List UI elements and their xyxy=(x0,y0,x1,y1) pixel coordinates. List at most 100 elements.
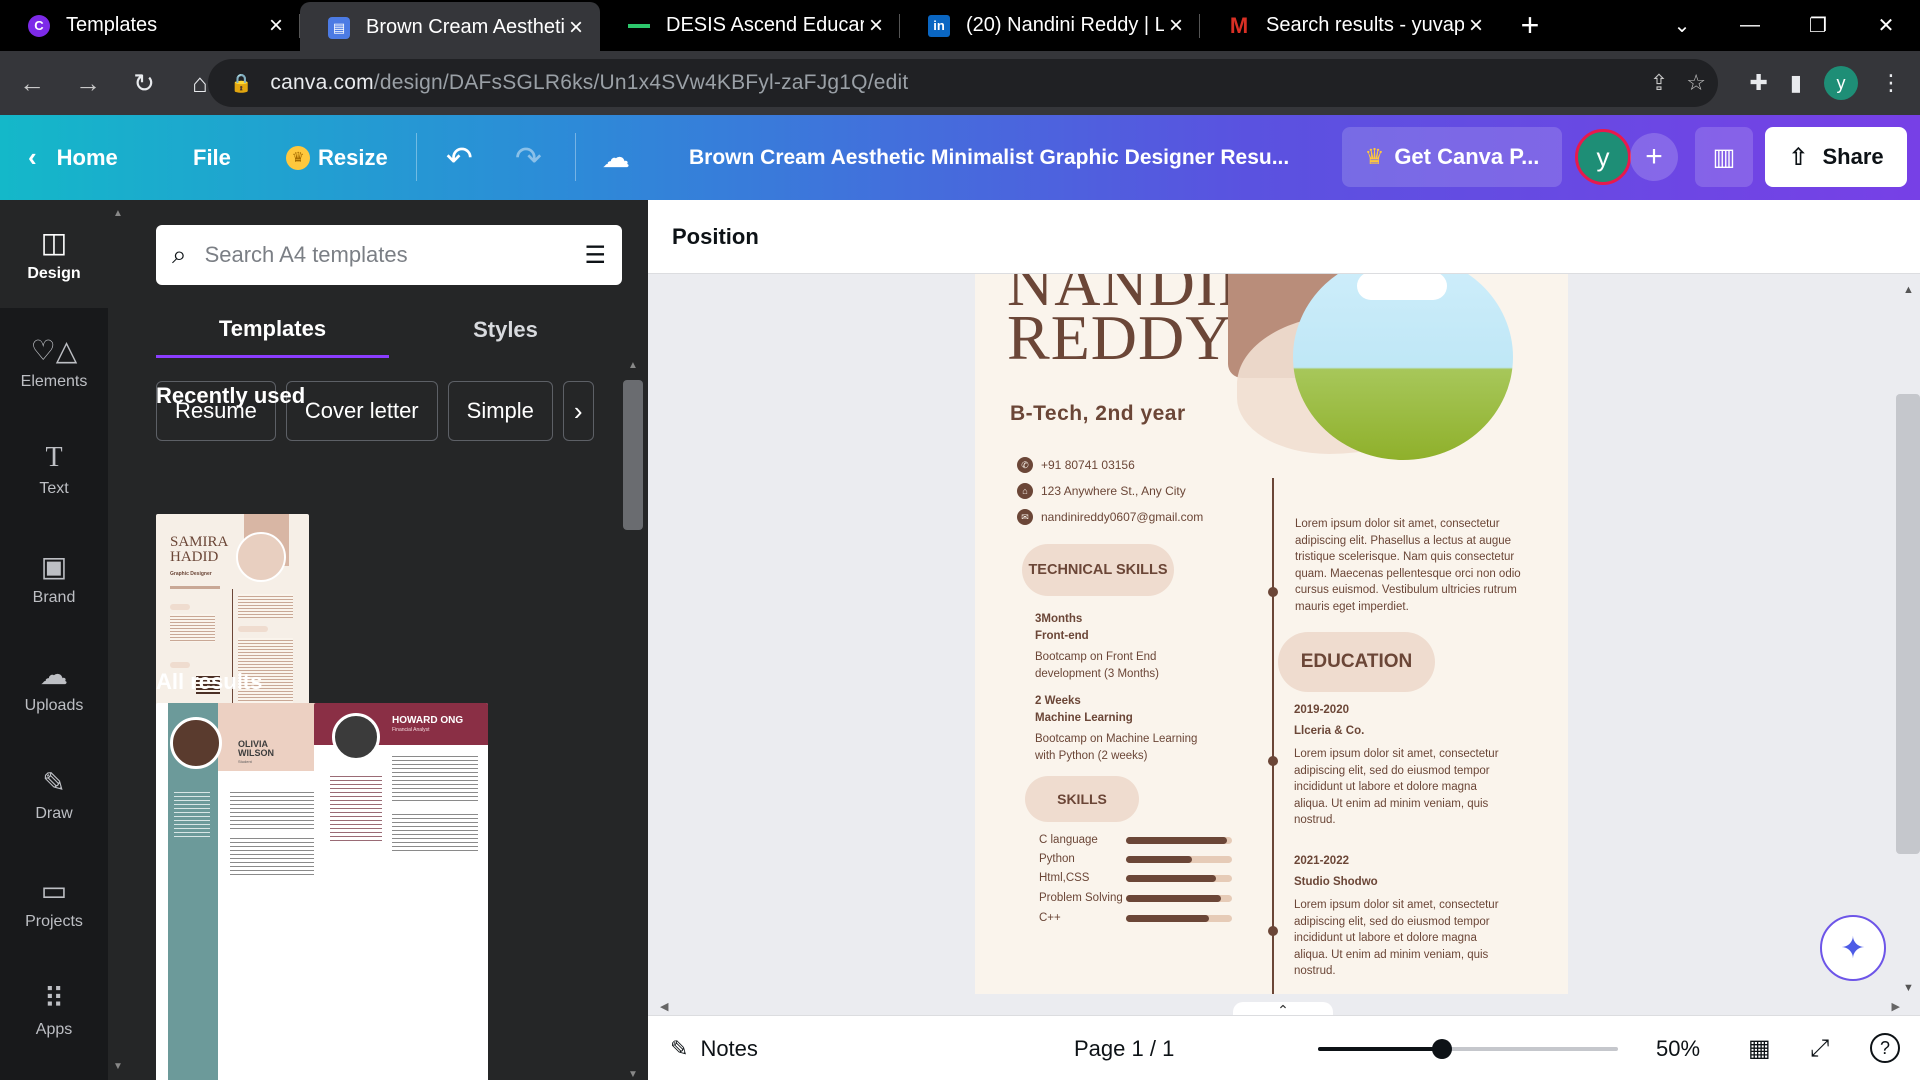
contact-email[interactable]: ✉ nandinireddy0607@gmail.com xyxy=(1017,509,1203,525)
get-canva-pro-button[interactable]: ♛ Get Canva P... xyxy=(1342,127,1562,187)
editor-scrollbar-thumb[interactable] xyxy=(1896,394,1920,854)
scroll-right-icon[interactable]: ▶ xyxy=(1892,1000,1900,1013)
browser-profile-avatar[interactable]: y xyxy=(1824,66,1858,100)
close-icon[interactable]: × xyxy=(264,12,288,40)
training-description[interactable]: Bootcamp on Machine Learning with Python… xyxy=(1035,731,1205,764)
file-menu-button[interactable]: File xyxy=(193,115,231,200)
rail-item-elements[interactable]: ♡△ Elements xyxy=(0,308,108,416)
skills-heading[interactable]: SKILLS xyxy=(1025,776,1139,822)
help-icon[interactable]: ? xyxy=(1870,1033,1900,1063)
recent-template-thumbnail[interactable]: SAMIRA HADID Graphic Designer xyxy=(156,514,309,729)
resume-page[interactable]: NANDINI REDDY B-Tech, 2nd year ✆ +91 807… xyxy=(975,274,1568,994)
skill-row[interactable]: Problem Solving xyxy=(1039,892,1232,904)
scroll-up-icon[interactable]: ▲ xyxy=(113,208,123,219)
chevron-right-icon[interactable]: › xyxy=(562,381,594,441)
browser-menu-icon[interactable]: ⋮ xyxy=(1880,70,1902,96)
canva-assistant-sparkle-icon[interactable]: ✦ xyxy=(1820,915,1886,981)
grid-view-icon[interactable]: ▦ xyxy=(1748,1016,1771,1081)
forward-icon[interactable]: → xyxy=(64,59,112,107)
rail-item-text[interactable]: T Text xyxy=(0,416,108,524)
skill-row[interactable]: Html,CSS xyxy=(1039,872,1232,884)
cloud-saved-icon[interactable]: ☁ xyxy=(602,115,630,200)
side-panel-icon[interactable]: ▮ xyxy=(1790,70,1802,96)
extensions-icon[interactable]: ✚ xyxy=(1749,70,1767,96)
training-duration[interactable]: 3Months xyxy=(1035,611,1082,628)
scroll-down-icon[interactable]: ▼ xyxy=(113,1061,123,1072)
browser-tab-linkedin[interactable]: in (20) Nandini Reddy | LinkedIn × xyxy=(900,0,1200,51)
education-place[interactable]: Llceria & Co. xyxy=(1294,723,1364,740)
insights-chart-icon[interactable]: ▥ xyxy=(1695,127,1753,187)
about-paragraph[interactable]: Lorem ipsum dolor sit amet, consectetur … xyxy=(1295,516,1530,615)
contact-phone[interactable]: ✆ +91 80741 03156 xyxy=(1017,457,1135,473)
template-search-box[interactable]: ⌕ ☰ xyxy=(156,225,622,285)
technical-skills-heading[interactable]: TECHNICAL SKILLS xyxy=(1022,544,1174,596)
redo-icon[interactable]: ↷ xyxy=(515,115,542,200)
zoom-slider-knob[interactable] xyxy=(1432,1039,1452,1059)
close-icon[interactable]: × xyxy=(1164,12,1188,40)
education-heading[interactable]: EDUCATION xyxy=(1278,632,1435,692)
browser-tab-desis[interactable]: DESIS Ascend Educare 2023 × xyxy=(600,0,900,51)
filter-sliders-icon[interactable]: ☰ xyxy=(584,241,606,270)
bookmark-star-icon[interactable]: ☆ xyxy=(1686,70,1706,96)
home-button[interactable]: ‹ Home xyxy=(28,115,118,200)
education-years[interactable]: 2019-2020 xyxy=(1294,702,1349,719)
education-place[interactable]: Studio Shodwo xyxy=(1294,874,1378,891)
scroll-up-icon[interactable]: ▲ xyxy=(628,360,638,371)
rail-item-projects[interactable]: ▭ Projects xyxy=(0,848,108,956)
fullscreen-icon[interactable]: ⤢ xyxy=(1810,1016,1829,1081)
close-window-icon[interactable]: ✕ xyxy=(1852,0,1920,51)
notes-button[interactable]: ✎ Notes xyxy=(670,1016,758,1081)
chip-simple[interactable]: Simple xyxy=(447,381,553,441)
template-search-input[interactable] xyxy=(204,242,585,268)
education-years[interactable]: 2021-2022 xyxy=(1294,853,1349,870)
rail-scrollbar[interactable]: ▲ ▼ xyxy=(108,200,128,1080)
back-icon[interactable]: ← xyxy=(8,59,56,107)
share-button[interactable]: ⇧ Share xyxy=(1765,127,1907,187)
skill-row[interactable]: C++ xyxy=(1039,912,1232,924)
rail-item-brand[interactable]: ▣ Brand xyxy=(0,524,108,632)
new-tab-button[interactable]: + xyxy=(1500,0,1560,51)
resume-role[interactable]: B-Tech, 2nd year xyxy=(1010,402,1186,426)
browser-tab-resume[interactable]: ▤ Brown Cream Aesthetic Minimalist Graph… xyxy=(300,2,600,53)
education-description[interactable]: Lorem ipsum dolor sit amet, consectetur … xyxy=(1294,897,1509,980)
zoom-slider[interactable] xyxy=(1318,1039,1618,1059)
scroll-left-icon[interactable]: ◀ xyxy=(660,1000,668,1013)
skill-row[interactable]: Python xyxy=(1039,853,1232,865)
result-template-thumbnail[interactable]: HOWARD ONG Financial Analyst xyxy=(314,703,488,1080)
resize-button[interactable]: ♛ Resize xyxy=(286,115,388,200)
invite-plus-button[interactable]: + xyxy=(1630,133,1678,181)
share-page-icon[interactable]: ⇪ xyxy=(1650,70,1668,96)
user-avatar[interactable]: y xyxy=(1575,129,1631,185)
scroll-down-icon[interactable]: ▼ xyxy=(628,1069,638,1080)
scroll-up-icon[interactable]: ▲ xyxy=(1903,284,1914,296)
rail-item-design[interactable]: ◫ Design xyxy=(0,200,108,308)
editor-vertical-scrollbar[interactable]: ▲ ▼ xyxy=(1896,284,1920,994)
chip-cover-letter[interactable]: Cover letter xyxy=(285,381,438,441)
education-description[interactable]: Lorem ipsum dolor sit amet, consectetur … xyxy=(1294,746,1509,829)
tab-templates[interactable]: Templates xyxy=(156,302,389,358)
training-duration[interactable]: 2 Weeks xyxy=(1035,693,1081,710)
result-template-thumbnail[interactable]: OLIVIA WILSON Student xyxy=(156,703,332,1080)
page-indicator[interactable]: Page 1 / 1 xyxy=(1074,1016,1174,1081)
training-description[interactable]: Bootcamp on Front End development (3 Mon… xyxy=(1035,649,1185,682)
position-button[interactable]: Position xyxy=(672,224,759,250)
reload-icon[interactable]: ↻ xyxy=(120,59,168,107)
skill-row[interactable]: C language xyxy=(1039,834,1232,846)
document-title[interactable]: Brown Cream Aesthetic Minimalist Graphic… xyxy=(689,115,1289,200)
tab-search-icon[interactable]: ⌄ xyxy=(1648,0,1716,51)
rail-item-apps[interactable]: ⠿ Apps xyxy=(0,956,108,1064)
restore-icon[interactable]: ❐ xyxy=(1784,0,1852,51)
tab-styles[interactable]: Styles xyxy=(389,302,622,358)
training-title[interactable]: Front-end xyxy=(1035,628,1089,645)
panel-scrollbar[interactable]: ▲ ▼ xyxy=(623,360,643,1080)
contact-address[interactable]: ⌂ 123 Anywhere St., Any City xyxy=(1017,483,1186,499)
scroll-down-icon[interactable]: ▼ xyxy=(1903,982,1914,994)
rail-item-draw[interactable]: ✎ Draw xyxy=(0,740,108,848)
address-bar[interactable]: 🔒 canva.com/design/DAFsSGLR6ks/Un1x4SVw4… xyxy=(208,59,1718,107)
panel-scrollbar-thumb[interactable] xyxy=(623,380,643,530)
close-icon[interactable]: × xyxy=(864,12,888,40)
undo-icon[interactable]: ↶ xyxy=(446,115,473,200)
browser-tab-gmail[interactable]: M Search results - yuvaprakash × xyxy=(1200,0,1500,51)
training-title[interactable]: Machine Learning xyxy=(1035,710,1133,727)
minimize-icon[interactable]: — xyxy=(1716,0,1784,51)
